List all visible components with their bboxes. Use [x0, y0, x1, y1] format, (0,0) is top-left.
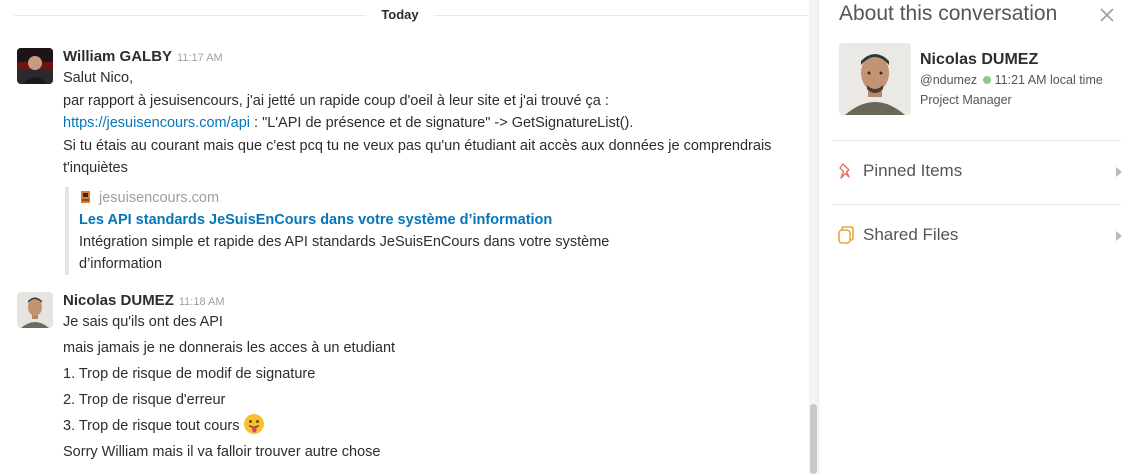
shared-files-section[interactable]: Shared Files: [833, 205, 1125, 267]
sender-name[interactable]: William GALBY: [63, 48, 172, 65]
message-line: mais jamais je ne donnerais les acces à …: [63, 340, 396, 356]
profile-photo[interactable]: [839, 43, 911, 115]
message-line: Je sais qu'ils ont des API: [63, 314, 223, 330]
attachment-description: Intégration simple et rapide des API sta…: [79, 234, 610, 272]
message-line: Sorry William mais il va falloir trouver…: [63, 444, 381, 460]
scrollbar-thumb[interactable]: [810, 404, 817, 474]
presence-indicator: [982, 76, 991, 84]
flexpane-title: About this conversation: [839, 2, 1058, 25]
divider-line: [14, 15, 366, 16]
conversation-details-pane: About this conversation Nicolas DUMEZ @n…: [818, 0, 1126, 474]
avatar-nicolas-icon: [17, 292, 53, 328]
message-header: William GALBY 11:17 AM: [63, 48, 223, 66]
message-line: 1. Trop de risque de modif de signature: [63, 366, 316, 382]
profile-handle: @ndumez: [920, 73, 978, 87]
message-scrollbar[interactable]: [809, 0, 818, 474]
message-pane: Today William GALBY 11:17 AM Salut Nico, …: [0, 0, 818, 474]
attachment-title[interactable]: Les API standards JeSuisEnCours dans vot…: [79, 209, 625, 231]
day-divider: Today: [0, 0, 808, 32]
profile-meta: @ndumez 11:21 AM local time: [920, 73, 1103, 87]
avatar[interactable]: [17, 48, 53, 84]
pinned-items-label: Pinned Items: [863, 161, 963, 180]
attachment-service-name: jesuisencours.com: [99, 190, 220, 206]
avatar[interactable]: [17, 292, 53, 328]
profile-photo-icon: [839, 43, 911, 115]
pinned-items-section[interactable]: Pinned Items: [833, 141, 1125, 203]
chevron-right-icon: [1116, 167, 1122, 177]
message-body: Je sais qu'ils ont des API mais jamais j…: [63, 309, 783, 465]
day-divider-label: Today: [381, 7, 419, 22]
attachment-service[interactable]: jesuisencours.com: [79, 187, 625, 209]
profile-role: Project Manager: [920, 93, 1012, 107]
pin-icon: [839, 163, 850, 179]
profile-name[interactable]: Nicolas DUMEZ: [920, 51, 1038, 69]
member-profile: Nicolas DUMEZ @ndumez 11:21 AM local tim…: [839, 43, 1119, 117]
divider-line: [434, 15, 808, 16]
sender-name[interactable]: Nicolas DUMEZ: [63, 292, 174, 309]
message-line: https://jesuisencours.com/api : "L'API d…: [63, 112, 783, 135]
message-line: t'inquiètes: [63, 160, 128, 176]
message-time[interactable]: 11:17 AM: [177, 52, 223, 64]
site-favicon-icon: [81, 191, 90, 203]
files-icon: [838, 226, 854, 244]
close-icon[interactable]: [1098, 6, 1116, 24]
shared-files-label: Shared Files: [863, 225, 959, 244]
message-line: Salut Nico,: [63, 70, 134, 86]
message-line: 2. Trop de risque d'erreur: [63, 392, 226, 408]
message-header: Nicolas DUMEZ 11:18 AM: [63, 292, 225, 310]
avatar-william-icon: [17, 48, 53, 84]
message-line: par rapport à jesuisencours, j'ai jetté …: [63, 92, 609, 109]
message-line: Si tu étais au courant mais que c'est pc…: [63, 137, 772, 154]
message-text: : "L'API de présence et de signature" ->…: [249, 115, 634, 131]
profile-local-time: 11:21 AM local time: [994, 73, 1103, 87]
link-attachment: jesuisencours.com Les API standards JeSu…: [65, 187, 625, 275]
api-link[interactable]: https://jesuisencours.com/api: [63, 115, 250, 131]
chevron-right-icon: [1116, 231, 1122, 241]
message-text: 3. Trop de risque tout cours: [63, 418, 240, 434]
stuck-out-tongue-emoji-icon[interactable]: [243, 413, 265, 435]
message-body: Salut Nico, par rapport à jesuisencours,…: [63, 67, 783, 180]
message-line: 3. Trop de risque tout cours: [63, 413, 783, 439]
message-time[interactable]: 11:18 AM: [179, 296, 225, 308]
